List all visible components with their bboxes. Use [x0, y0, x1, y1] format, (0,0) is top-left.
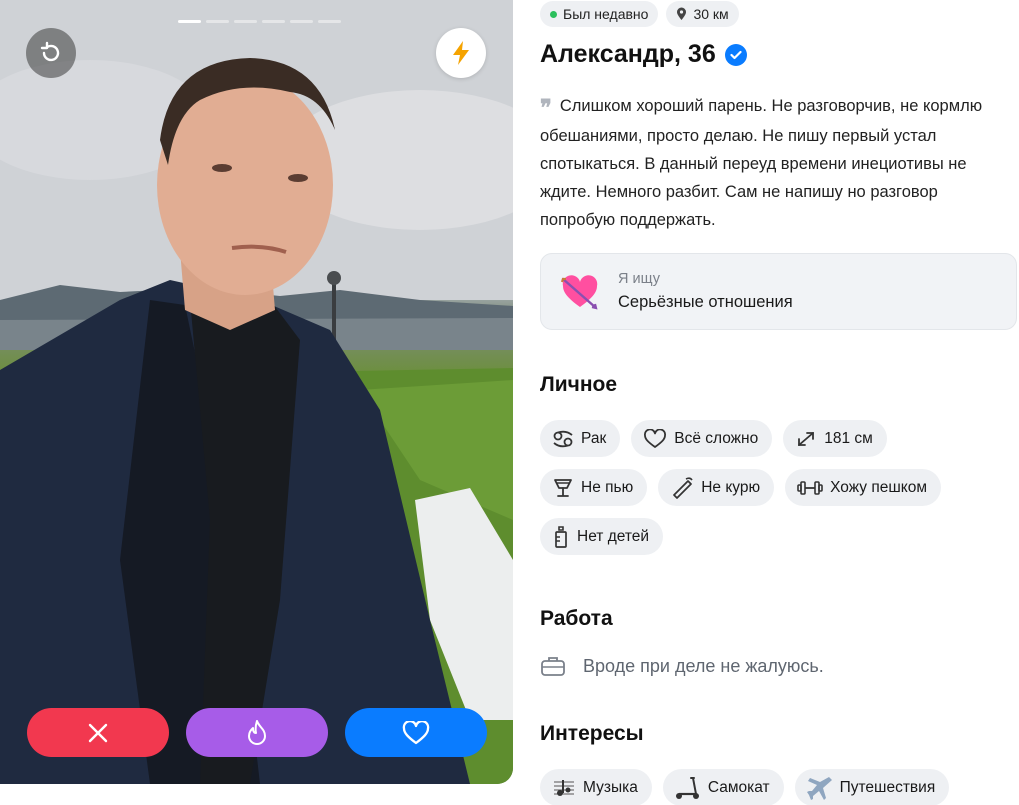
tag-interest-scooter: Самокат [662, 769, 784, 805]
quote-icon: ❞ [540, 95, 552, 121]
personal-tags-row-1: Рак Всё сложно 181 см [540, 420, 887, 457]
tag-interest-music: Музыка [540, 769, 652, 805]
briefcase-icon [541, 657, 565, 676]
profile-name-age: Александр, 36 [540, 40, 716, 68]
swipe-actions [27, 708, 487, 757]
airplane-icon [806, 776, 832, 800]
tag-label: Не пью [581, 478, 634, 496]
tag-label: Музыка [583, 778, 638, 796]
profile-photo[interactable] [0, 0, 513, 784]
bio-text: Слишком хороший парень. Не разговорчив, … [540, 97, 983, 229]
interests-tags-row: Музыка Самокат Путешествия [540, 769, 950, 805]
heart-outline-icon [644, 428, 667, 448]
undo-button[interactable] [26, 28, 76, 78]
cancer-zodiac-icon [553, 430, 573, 447]
distance-badge: 30 км [666, 1, 739, 27]
work-row: Вроде при деле не жалуюсь. [540, 655, 824, 677]
distance-text: 30 км [693, 6, 729, 22]
profile-info: Был недавно 30 км Александр, 36 ❞ Слишком… [540, 0, 1019, 805]
tag-zodiac: Рак [540, 420, 621, 457]
heart-arrow-icon [560, 275, 598, 310]
online-status-badge: Был недавно [540, 1, 659, 27]
work-text: Вроде при деле не жалуюсь. [583, 655, 824, 676]
tag-label: Хожу пешком [830, 478, 928, 496]
music-notes-icon [554, 779, 574, 796]
personal-tags-row-2: Не пью Не курю Хожу пешком [540, 469, 942, 506]
name-row: Александр, 36 [540, 40, 747, 69]
superlike-button[interactable] [186, 708, 328, 757]
tag-drinking: Не пью [540, 469, 648, 506]
location-pin-icon [677, 7, 687, 20]
online-dot-icon [550, 10, 557, 18]
tag-interest-travel: Путешествия [794, 769, 950, 805]
progress-segment [262, 20, 285, 23]
baby-bottle-icon [555, 525, 567, 548]
undo-icon [40, 41, 60, 62]
progress-segment [318, 20, 341, 23]
boost-button[interactable] [436, 28, 486, 78]
interests-section-title: Интересы [540, 722, 644, 745]
progress-segment [178, 20, 201, 23]
tag-label: Самокат [707, 778, 770, 796]
tag-relationship: Всё сложно [631, 420, 773, 457]
tag-children: Нет детей [540, 518, 664, 555]
glass-icon [554, 478, 572, 497]
tag-label: Всё сложно [674, 429, 759, 447]
personal-tags-row-3: Нет детей [540, 518, 664, 555]
close-icon [88, 723, 108, 742]
photo-progress-indicator [178, 20, 341, 23]
seeking-label: Я ищу [618, 271, 660, 287]
profile-bio: ❞ Слишком хороший парень. Не разговорчив,… [540, 92, 1010, 234]
tag-label: Рак [581, 429, 607, 447]
photo-scene [0, 0, 513, 784]
seeking-value: Серьёзные отношения [618, 293, 793, 311]
seeking-card: Я ищу Серьёзные отношения [540, 253, 1017, 330]
status-chips: Был недавно 30 км [540, 1, 739, 27]
lightning-icon [453, 41, 469, 65]
progress-segment [290, 20, 313, 23]
verified-badge-icon [724, 43, 747, 66]
online-status-text: Был недавно [563, 6, 649, 22]
tag-label: Нет детей [577, 527, 650, 545]
flame-icon [248, 719, 266, 745]
tag-label: Не курю [701, 478, 761, 496]
scooter-icon [675, 776, 699, 799]
tag-height: 181 см [783, 420, 887, 457]
like-button[interactable] [345, 708, 487, 757]
tag-sport: Хожу пешком [785, 469, 942, 506]
tag-label: 181 см [824, 429, 873, 447]
heart-icon [402, 720, 430, 744]
height-arrows-icon [798, 431, 815, 446]
personal-section-title: Личное [540, 373, 618, 396]
no-smoking-icon [673, 476, 693, 499]
dislike-button[interactable] [27, 708, 169, 757]
tag-smoking: Не курю [658, 469, 775, 506]
work-section-title: Работа [540, 607, 613, 630]
tag-label: Путешествия [839, 778, 936, 796]
progress-segment [234, 20, 257, 23]
dumbbell-icon [797, 480, 823, 495]
progress-segment [206, 20, 229, 23]
